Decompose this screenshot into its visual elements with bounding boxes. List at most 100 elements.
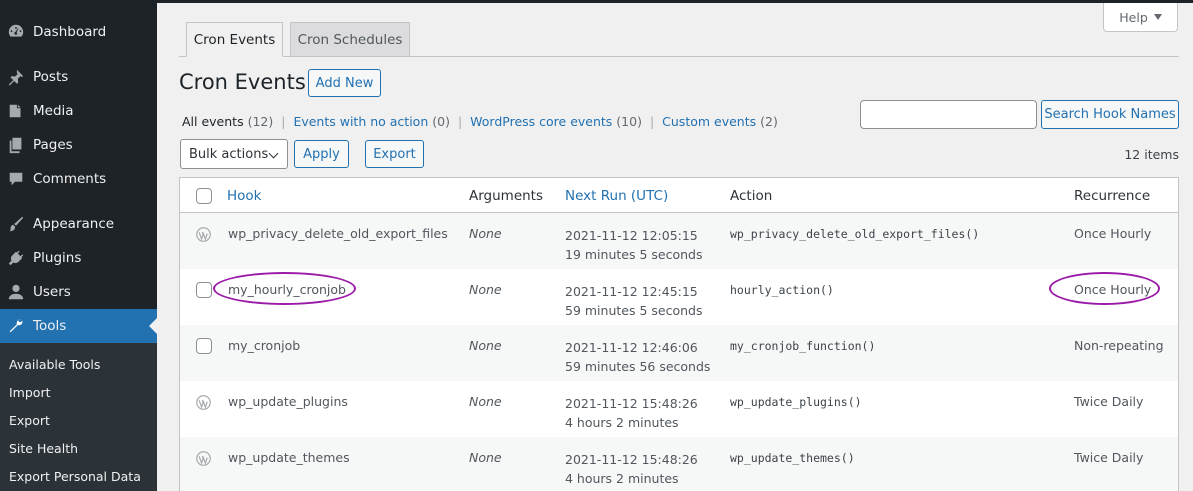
column-hook[interactable]: Hook	[227, 188, 262, 204]
wordpress-icon	[196, 227, 211, 242]
sidebar-item-posts[interactable]: Posts	[0, 60, 157, 94]
comment-icon	[6, 169, 26, 189]
bulk-actions-select[interactable]: Bulk actions	[180, 139, 288, 169]
column-action: Action	[730, 188, 773, 204]
hook-name[interactable]: my_cronjob	[228, 338, 300, 353]
caret-down-icon	[1153, 14, 1162, 20]
recurrence-value: Once Hourly	[1074, 226, 1152, 241]
arguments-value: None	[469, 450, 502, 465]
sidebar-item-users[interactable]: Users	[0, 275, 157, 309]
sidebar-item-tools[interactable]: Tools	[0, 309, 157, 343]
table-row: wp_privacy_delete_old_export_files None …	[180, 213, 1178, 269]
sidebar-item-label: Comments	[33, 171, 107, 187]
hook-name[interactable]: my_hourly_cronjob	[228, 282, 346, 297]
sidebar-item-label: Tools	[33, 318, 67, 334]
select-all-checkbox[interactable]	[196, 188, 212, 204]
arguments-value: None	[469, 226, 502, 241]
admin-sidebar: Dashboard Posts Media Pages Comments App…	[0, 0, 157, 491]
table-row: wp_update_plugins None 2021-11-12 15:48:…	[180, 381, 1178, 437]
filter-core-count: (10)	[616, 114, 642, 129]
action-value: wp_update_themes()	[730, 451, 855, 465]
pin-icon	[6, 67, 26, 87]
sidebar-item-label: Appearance	[33, 216, 115, 232]
next-run-date: 2021-11-12 15:48:26	[565, 396, 698, 411]
page-title: Cron Events	[179, 70, 306, 94]
tab-cron-events[interactable]: Cron Events	[186, 22, 283, 57]
submenu-item-export[interactable]: Export	[9, 413, 50, 428]
sidebar-item-label: Users	[33, 284, 71, 300]
sidebar-item-label: Media	[33, 103, 74, 119]
column-arguments: Arguments	[469, 188, 544, 204]
sidebar-item-label: Posts	[33, 69, 69, 85]
next-run-relative: 59 minutes 56 seconds	[565, 359, 711, 374]
wrench-icon	[6, 316, 26, 336]
sidebar-item-label: Dashboard	[33, 24, 107, 40]
filter-all[interactable]: All events	[182, 114, 244, 129]
sidebar-item-dashboard[interactable]: Dashboard	[0, 15, 157, 49]
sidebar-item-pages[interactable]: Pages	[0, 128, 157, 162]
filter-custom[interactable]: Custom events	[662, 114, 756, 129]
bulk-actions-label: Bulk actions	[189, 146, 269, 162]
column-next-run[interactable]: Next Run (UTC)	[565, 188, 668, 204]
items-count: 12 items	[1124, 147, 1179, 162]
cron-events-table: Hook Arguments Next Run (UTC) Action Rec…	[179, 177, 1179, 491]
next-run: 2021-11-12 12:46:06 59 minutes 56 seconds	[565, 338, 710, 376]
column-recurrence: Recurrence	[1074, 188, 1151, 204]
action-value: hourly_action()	[730, 283, 834, 297]
media-icon	[6, 101, 26, 121]
next-run: 2021-11-12 15:48:26 4 hours 2 minutes	[565, 450, 698, 488]
sidebar-item-comments[interactable]: Comments	[0, 162, 157, 196]
apply-button[interactable]: Apply	[294, 140, 349, 168]
tab-cron-schedules[interactable]: Cron Schedules	[290, 22, 410, 57]
sidebar-item-media[interactable]: Media	[0, 94, 157, 128]
wordpress-icon	[196, 451, 211, 466]
plug-icon	[6, 248, 26, 268]
row-checkbox[interactable]	[196, 282, 212, 298]
search-hook-names-button[interactable]: Search Hook Names	[1041, 100, 1179, 129]
filter-core[interactable]: WordPress core events	[470, 114, 612, 129]
user-icon	[6, 282, 26, 302]
help-label: Help	[1119, 9, 1148, 25]
chevron-down-icon	[268, 148, 279, 159]
filter-custom-count: (2)	[760, 114, 778, 129]
action-value: my_cronjob_function()	[730, 339, 876, 353]
sidebar-item-label: Pages	[33, 137, 73, 153]
submenu-item-site-health[interactable]: Site Health	[9, 441, 78, 456]
sidebar-item-appearance[interactable]: Appearance	[0, 207, 157, 241]
search-input[interactable]	[860, 100, 1037, 129]
submenu-item-export-personal-data[interactable]: Export Personal Data	[9, 469, 141, 484]
row-checkbox[interactable]	[196, 338, 212, 354]
next-run: 2021-11-12 15:48:26 4 hours 2 minutes	[565, 394, 698, 432]
pages-icon	[6, 135, 26, 155]
table-row: my_cronjob None 2021-11-12 12:46:06 59 mi…	[180, 325, 1178, 381]
next-run-relative: 4 hours 2 minutes	[565, 471, 679, 486]
recurrence-value: Twice Daily	[1074, 450, 1144, 465]
filter-separator: |	[281, 114, 286, 129]
help-button[interactable]: Help	[1103, 3, 1178, 32]
table-row: wp_update_themes None 2021-11-12 15:48:2…	[180, 437, 1178, 491]
action-value: wp_update_plugins()	[730, 395, 862, 409]
add-new-button[interactable]: Add New	[308, 69, 381, 97]
next-run: 2021-11-12 12:45:15 59 minutes 5 seconds	[565, 282, 702, 320]
next-run: 2021-11-12 12:05:15 19 minutes 5 seconds	[565, 226, 702, 264]
wordpress-icon	[196, 395, 211, 410]
recurrence-value: Non-repeating	[1074, 338, 1164, 353]
hook-name: wp_update_themes	[228, 450, 350, 465]
next-run-date: 2021-11-12 12:05:15	[565, 228, 698, 243]
next-run-date: 2021-11-12 12:46:06	[565, 340, 698, 355]
tools-submenu: Available Tools Import Export Site Healt…	[0, 343, 157, 491]
dashboard-icon	[6, 22, 26, 42]
submenu-item-import[interactable]: Import	[9, 385, 51, 400]
next-run-date: 2021-11-12 15:48:26	[565, 452, 698, 467]
filter-no-action[interactable]: Events with no action	[293, 114, 428, 129]
filter-separator: |	[457, 114, 463, 129]
sidebar-item-plugins[interactable]: Plugins	[0, 241, 157, 275]
export-button[interactable]: Export	[365, 140, 424, 168]
recurrence-value: Once Hourly	[1074, 282, 1152, 297]
submenu-item-available-tools[interactable]: Available Tools	[9, 357, 100, 372]
next-run-relative: 19 minutes 5 seconds	[565, 247, 703, 262]
hook-name: wp_update_plugins	[228, 394, 348, 409]
table-header: Hook Arguments Next Run (UTC) Action Rec…	[180, 178, 1178, 213]
brush-icon	[6, 214, 26, 234]
arguments-value: None	[469, 338, 502, 353]
